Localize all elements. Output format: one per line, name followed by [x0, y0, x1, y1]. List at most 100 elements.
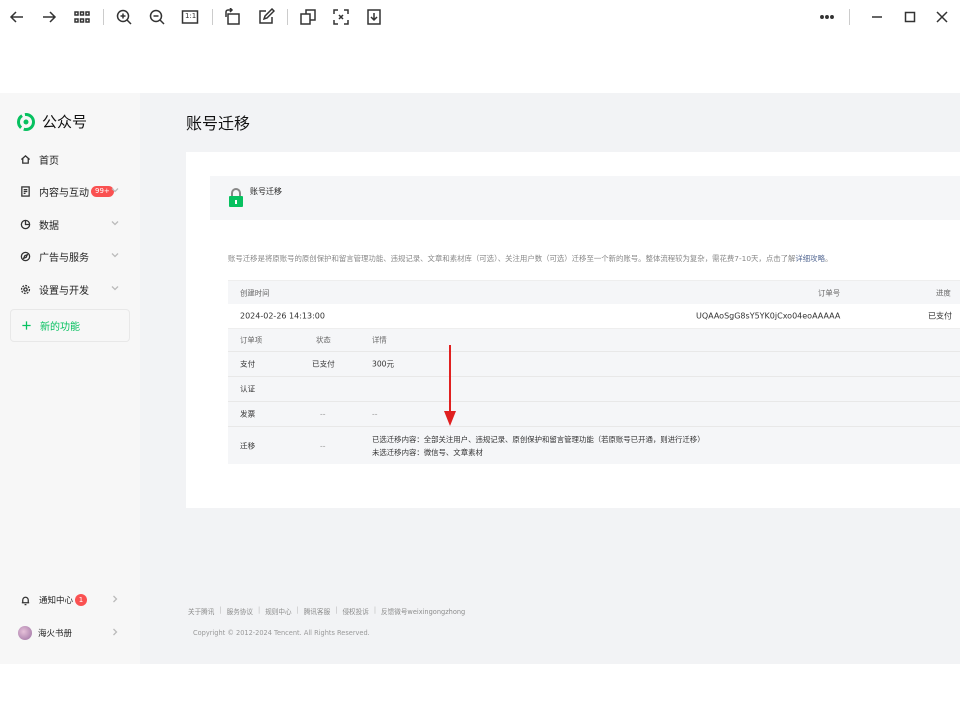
column-header-status: 状态: [316, 335, 331, 345]
edit-icon[interactable]: [255, 6, 277, 28]
migration-detail: 已选迁移内容：全部关注用户、违规记录、原创保护和留言管理功能（若原账号已开通，则…: [372, 433, 705, 459]
order-table: 创建时间 订单号 进度 2024-02-26 14:13:00 UQAAoSgG…: [228, 280, 960, 464]
ocr-icon[interactable]: [330, 6, 352, 28]
page-title: 账号迁移: [186, 114, 251, 133]
sidebar-item-ads[interactable]: 广告与服务: [10, 241, 130, 271]
order-detail-subtable: 订单项 状态 详情 支付 已支付 300元 认证 发票 -- -- 迁移 -- …: [228, 329, 960, 464]
card-header: 账号迁移: [210, 176, 960, 220]
progress-status: 已支付: [928, 311, 952, 321]
copy-icon[interactable]: [297, 6, 319, 28]
sidebar-item-home[interactable]: 首页: [10, 144, 130, 174]
item-status: 已支付: [312, 359, 335, 369]
account-name: 海火书册: [38, 629, 73, 639]
minimize-icon[interactable]: [866, 6, 888, 28]
footer-separator: |: [257, 606, 261, 614]
web-page: 公众号 首页 内容与互动 99+ 数据 广告与服务 设置与开发 新的功能 通知中…: [0, 93, 960, 664]
brand-logo[interactable]: 公众号: [16, 111, 87, 132]
footer-link[interactable]: 规则中心: [265, 606, 291, 616]
chevron-down-icon: [110, 218, 120, 228]
subtable-header: 订单项 状态 详情: [228, 329, 960, 352]
toolbar-divider: [103, 9, 104, 25]
maximize-icon[interactable]: [899, 6, 921, 28]
gear-icon: [18, 282, 32, 296]
zoom-out-icon[interactable]: [146, 6, 168, 28]
chevron-down-icon: [110, 185, 120, 195]
footer-link[interactable]: 服务协议: [227, 606, 253, 616]
wechat-official-account-logo-icon: [17, 112, 35, 131]
avatar: [18, 626, 32, 640]
chevron-down-icon: [110, 283, 120, 293]
column-header-item: 订单项: [240, 335, 263, 345]
home-icon: [18, 152, 32, 166]
subtable-row-verification: 认证: [228, 377, 960, 402]
created-time: 2024-02-26 14:13:00: [240, 311, 325, 321]
guide-link[interactable]: 详细攻略: [795, 254, 825, 263]
footer-link[interactable]: 侵权投诉: [342, 606, 368, 616]
column-header-order-no: 订单号: [818, 288, 841, 297]
close-icon[interactable]: [931, 6, 953, 28]
table-row: 2024-02-26 14:13:00 UQAAoSgG8sY5YK0jCxo0…: [228, 304, 960, 329]
lock-icon: [229, 188, 243, 207]
footer-separator: |: [373, 606, 377, 614]
column-header-progress: 进度: [936, 288, 951, 297]
unselected-migration-content: 未选迁移内容：微信号、文章素材: [372, 447, 483, 457]
toolbar-divider: [287, 9, 288, 25]
annotation-arrow-icon: [444, 345, 456, 426]
chevron-right-icon: [110, 594, 120, 604]
item-status: --: [320, 441, 326, 450]
compass-icon: [18, 249, 32, 263]
sidebar-item-data[interactable]: 数据: [10, 209, 130, 239]
item-detail: --: [372, 409, 378, 419]
sidebar-item-new-features[interactable]: 新的功能: [10, 309, 130, 342]
sidebar-item-label: 设置与开发: [39, 285, 89, 297]
item-label: 迁移: [240, 441, 256, 450]
subtable-row-migration: 迁移 -- 已选迁移内容：全部关注用户、违规记录、原创保护和留言管理功能（若原账…: [228, 427, 960, 464]
chevron-right-icon: [110, 627, 120, 637]
sidebar-item-label: 数据: [39, 220, 59, 232]
notification-count-badge: 1: [75, 594, 88, 606]
sidebar-item-label: 新的功能: [40, 322, 80, 333]
chevron-down-icon: [110, 250, 120, 260]
subtable-row-payment: 支付 已支付 300元: [228, 352, 960, 377]
chart-icon: [18, 217, 32, 231]
sidebar-item-label: 内容与互动: [39, 187, 89, 199]
footer-separator: |: [335, 606, 338, 614]
download-icon[interactable]: [363, 6, 385, 28]
footer-link[interactable]: 腾讯客服: [304, 606, 330, 616]
grid-icon[interactable]: [71, 6, 93, 28]
sidebar-item-notifications[interactable]: 通知中心 1: [10, 585, 130, 615]
item-label: 支付: [240, 359, 256, 369]
copyright: Copyright © 2012-2024 Tencent. All Right…: [193, 629, 370, 637]
sidebar-item-content[interactable]: 内容与互动 99+: [10, 176, 130, 206]
item-status: --: [320, 409, 326, 419]
toolbar-divider: [212, 9, 213, 25]
sidebar-item-settings[interactable]: 设置与开发: [10, 274, 130, 304]
migration-description: 账号迁移是将原账号的原创保护和留言管理功能、违规记录、文章和素材库（可选）、关注…: [228, 254, 833, 263]
actual-size-icon[interactable]: 1:1: [179, 6, 201, 28]
sidebar-account[interactable]: 海火书册: [10, 618, 130, 648]
item-detail: 300元: [372, 359, 395, 369]
window-toolbar: 1:1: [0, 0, 960, 34]
migration-card: 账号迁移 账号迁移是将原账号的原创保护和留言管理功能、违规记录、文章和素材库（可…: [186, 152, 960, 508]
footer-link[interactable]: 关于腾讯: [188, 606, 214, 616]
column-header-created: 创建时间: [240, 288, 270, 297]
zoom-in-icon[interactable]: [113, 6, 135, 28]
back-arrow-icon[interactable]: [6, 6, 28, 28]
forward-arrow-icon[interactable]: [38, 6, 60, 28]
item-label: 发票: [240, 409, 256, 419]
plus-icon: [19, 319, 33, 333]
rotate-icon[interactable]: [222, 6, 244, 28]
card-title: 账号迁移: [250, 187, 282, 196]
footer-link[interactable]: 反馈微号weixingongzhong: [381, 606, 465, 616]
subtable-row-invoice: 发票 -- --: [228, 402, 960, 427]
toolbar-divider: [849, 9, 850, 25]
more-icon[interactable]: [816, 6, 838, 28]
order-number: UQAAoSgG8sY5YK0jCxo04eoAAAAA: [696, 311, 841, 321]
sidebar-item-label: 首页: [39, 155, 59, 167]
selected-migration-content: 已选迁移内容：全部关注用户、违规记录、原创保护和留言管理功能（若原账号已开通，则…: [372, 434, 705, 444]
table-header: 创建时间 订单号 进度: [228, 280, 960, 304]
brand-name: 公众号: [42, 113, 88, 131]
item-label: 认证: [240, 384, 256, 394]
column-header-detail: 详情: [372, 335, 387, 345]
footer-separator: |: [219, 606, 222, 614]
